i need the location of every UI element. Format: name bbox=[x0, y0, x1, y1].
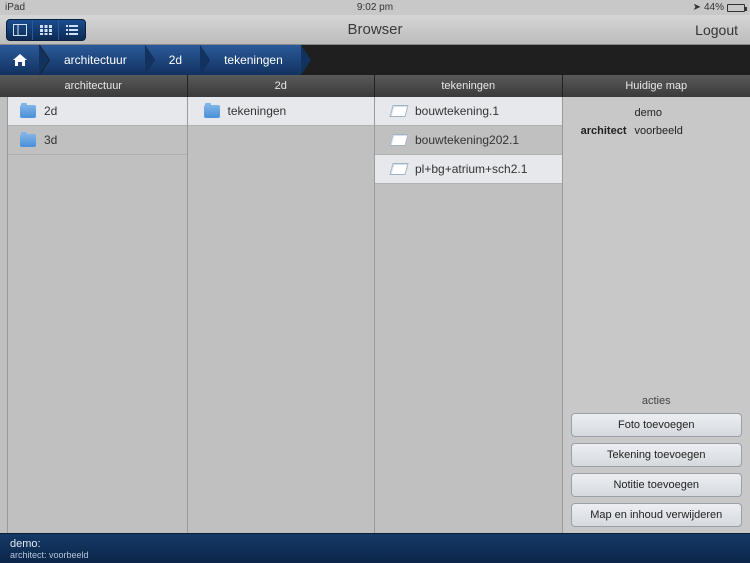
file-row[interactable]: pl+bg+atrium+sch2.1 bbox=[375, 155, 562, 184]
meta-name-value: demo bbox=[635, 107, 663, 119]
clock: 9:02 pm bbox=[357, 2, 393, 13]
view-list-button[interactable] bbox=[59, 20, 85, 40]
status-right: ➤ 44% bbox=[693, 2, 745, 13]
device-label: iPad bbox=[5, 2, 25, 13]
column-header: Huidige map bbox=[563, 75, 750, 97]
column-tekeningen: bouwtekening.1 bouwtekening202.1 pl+bg+a… bbox=[375, 97, 563, 533]
location-icon: ➤ bbox=[693, 2, 701, 13]
column-architectuur: 2d 3d bbox=[0, 97, 188, 533]
home-button[interactable] bbox=[0, 45, 40, 75]
row-label: 3d bbox=[44, 133, 57, 147]
column-2d: tekeningen bbox=[188, 97, 376, 533]
status-bar: iPad 9:02 pm ➤ 44% bbox=[0, 0, 750, 15]
delete-folder-button[interactable]: Map en inhoud verwijderen bbox=[571, 503, 743, 527]
document-icon bbox=[389, 105, 408, 117]
view-split-button[interactable] bbox=[7, 20, 33, 40]
battery-pct: 44% bbox=[704, 2, 724, 13]
document-icon bbox=[389, 134, 408, 146]
add-photo-button[interactable]: Foto toevoegen bbox=[571, 413, 743, 437]
columns: 2d 3d tekeningen bouwtekening.1 bouwteke… bbox=[0, 97, 750, 533]
document-icon bbox=[389, 163, 408, 175]
file-row[interactable]: bouwtekening202.1 bbox=[375, 126, 562, 155]
view-mode-toggle bbox=[6, 19, 86, 41]
row-label: tekeningen bbox=[228, 104, 287, 118]
file-row[interactable]: bouwtekening.1 bbox=[375, 97, 562, 126]
header-bar: Browser Logout bbox=[0, 15, 750, 45]
column-header: 2d bbox=[188, 75, 376, 97]
folder-row[interactable]: 3d bbox=[0, 126, 187, 155]
breadcrumb-label: 2d bbox=[169, 53, 182, 67]
folder-row[interactable]: tekeningen bbox=[188, 97, 375, 126]
row-label: bouwtekening202.1 bbox=[415, 133, 519, 147]
folder-icon bbox=[20, 134, 36, 147]
page-title: Browser bbox=[347, 21, 402, 38]
breadcrumb-item[interactable]: tekeningen bbox=[200, 45, 301, 75]
row-label: pl+bg+atrium+sch2.1 bbox=[415, 162, 527, 176]
actions-label: acties bbox=[563, 395, 750, 407]
meta-name-label bbox=[575, 107, 627, 119]
breadcrumb-label: architectuur bbox=[64, 53, 127, 67]
battery-icon bbox=[727, 4, 745, 12]
view-grid-button[interactable] bbox=[33, 20, 59, 40]
meta-architect-value: voorbeeld bbox=[635, 125, 683, 137]
column-header: architectuur bbox=[0, 75, 188, 97]
breadcrumb-label: tekeningen bbox=[224, 53, 283, 67]
column-headers: architectuur 2d tekeningen Huidige map bbox=[0, 75, 750, 97]
meta-architect-label: architect bbox=[575, 125, 627, 137]
folder-icon bbox=[204, 105, 220, 118]
footer-title: demo: bbox=[10, 538, 740, 550]
add-note-button[interactable]: Notitie toevoegen bbox=[571, 473, 743, 497]
logout-button[interactable]: Logout bbox=[695, 22, 738, 38]
folder-icon bbox=[20, 105, 36, 118]
footer-bar: demo: architect: voorbeeld bbox=[0, 533, 750, 563]
column-header: tekeningen bbox=[375, 75, 563, 97]
add-drawing-button[interactable]: Tekening toevoegen bbox=[571, 443, 743, 467]
breadcrumb-item[interactable]: architectuur bbox=[40, 45, 145, 75]
row-label: bouwtekening.1 bbox=[415, 104, 499, 118]
folder-row[interactable]: 2d bbox=[0, 97, 187, 126]
footer-subtitle: architect: voorbeeld bbox=[10, 550, 740, 560]
folder-meta: demo architect voorbeeld bbox=[563, 97, 750, 153]
column-details: demo architect voorbeeld acties Foto toe… bbox=[563, 97, 750, 533]
breadcrumb: architectuur 2d tekeningen bbox=[0, 45, 750, 75]
row-label: 2d bbox=[44, 104, 57, 118]
